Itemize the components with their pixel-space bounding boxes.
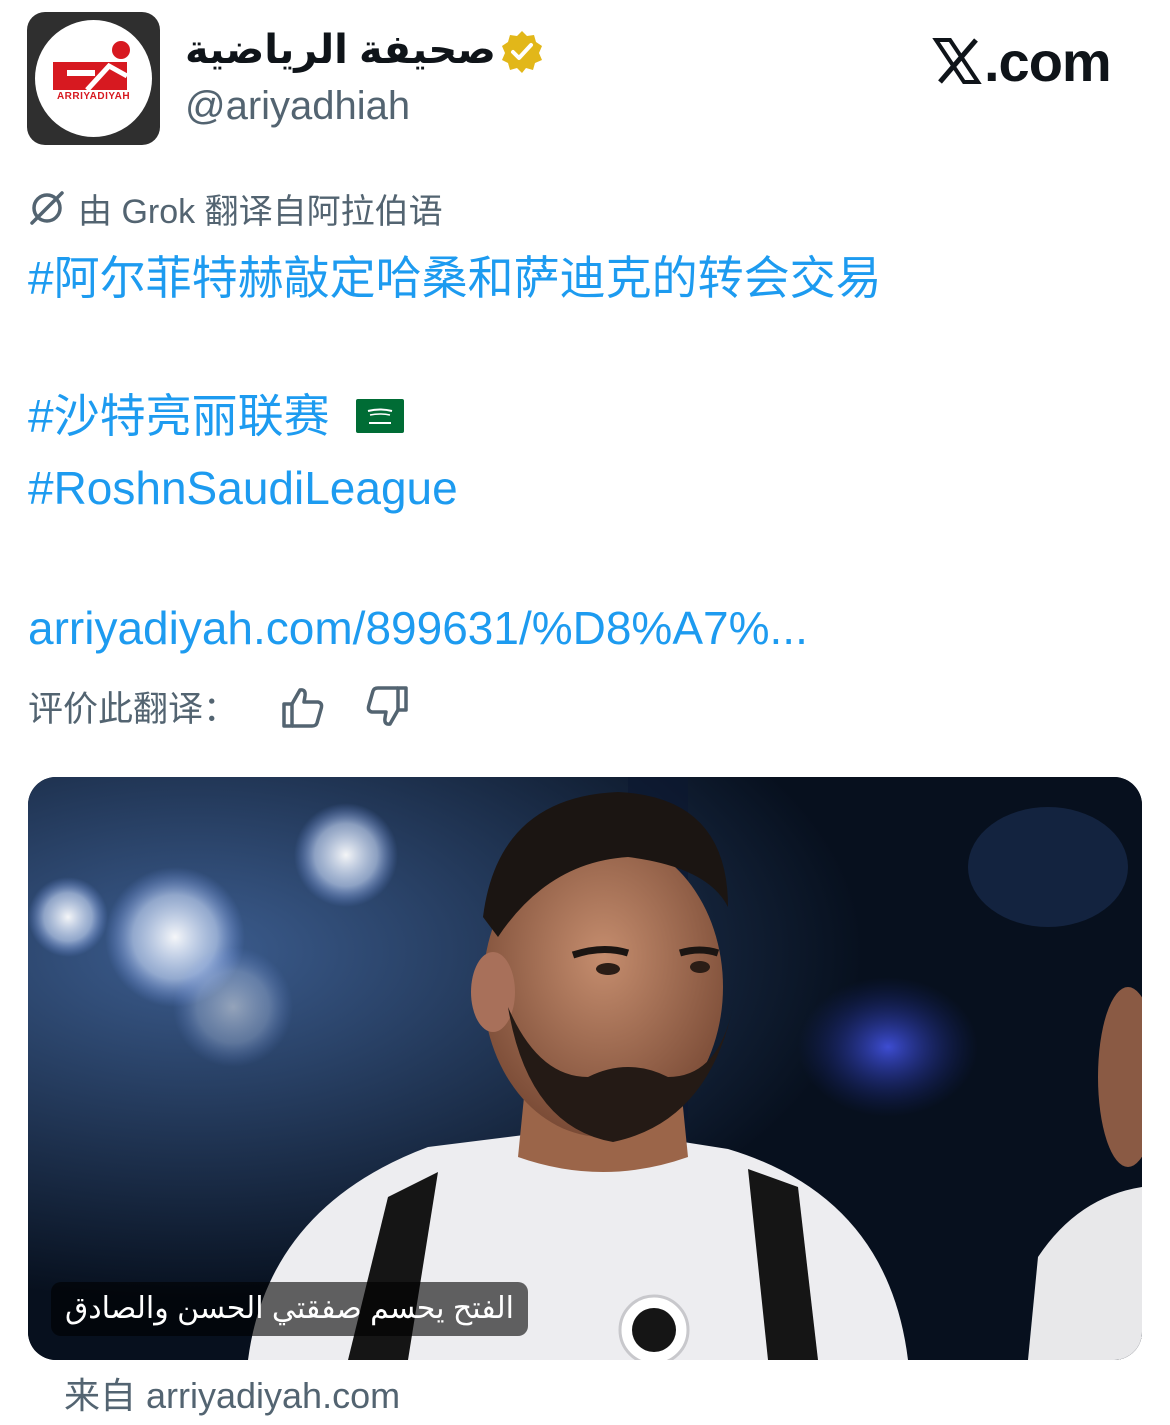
runner-logo-icon <box>53 41 130 92</box>
saudi-flag-icon <box>356 398 405 433</box>
x-logo-icon <box>932 38 982 84</box>
grok-icon <box>30 191 64 225</box>
site-logo: .com <box>932 26 1112 96</box>
hashtag-roshn[interactable]: #RoshnSaudiLeague <box>28 456 458 520</box>
translation-note: 由 Grok 翻译自阿拉伯语 <box>78 192 443 231</box>
thumbs-down-icon[interactable] <box>364 684 410 730</box>
verified-badge-icon <box>502 31 542 73</box>
player-photo <box>28 777 1142 1360</box>
link-preview-card[interactable] <box>28 777 1142 1360</box>
thumbs-up-icon[interactable] <box>280 684 326 730</box>
avatar-brand-text: ARRIYADIYAH <box>56 91 131 102</box>
hashtag-league-cn-link[interactable]: #沙特亮丽联赛 <box>28 390 330 442</box>
rate-translation-label: 评价此翻译： <box>28 689 239 729</box>
article-link[interactable]: arriyadiyah.com/899631/%D8%A7%... <box>28 596 808 660</box>
hashtag-transfer[interactable]: #阿尔菲特赫敲定哈桑和萨迪克的转会交易 <box>28 246 882 310</box>
card-source[interactable]: 来自 arriyadiyah.com <box>64 1372 400 1420</box>
hashtag-league-cn: #沙特亮丽联赛 <box>28 384 405 448</box>
account-display-name[interactable]: صحيفة الرياضية <box>185 22 496 78</box>
site-logo-label: .com <box>984 29 1112 93</box>
account-handle[interactable]: @ariyadhiah <box>185 82 410 130</box>
avatar[interactable]: ARRIYADIYAH <box>27 12 160 145</box>
translation-attribution: 由 Grok 翻译自阿拉伯语 <box>28 184 443 232</box>
card-caption: الفتح يحسم صفقتي الحسن والصادق <box>51 1282 528 1336</box>
